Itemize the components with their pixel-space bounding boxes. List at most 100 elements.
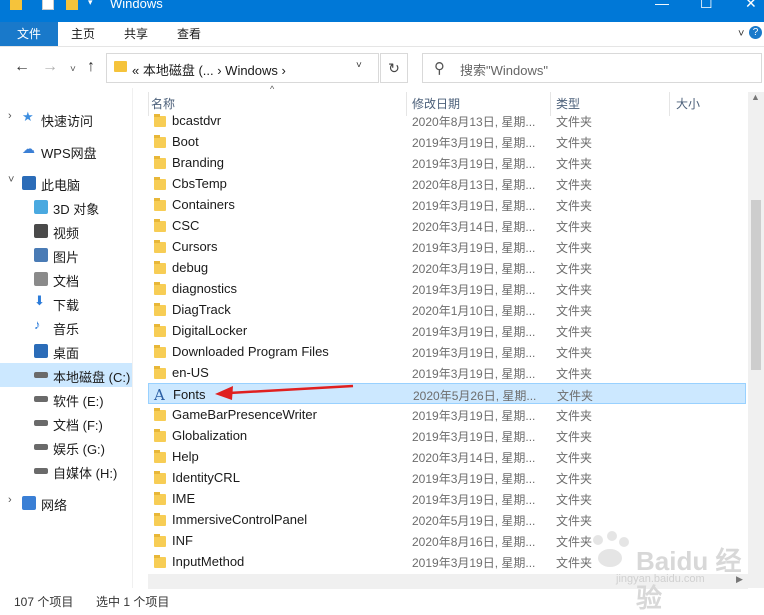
refresh-button[interactable]: ↻ xyxy=(380,53,408,83)
customize-toolbar-icon[interactable]: ▾ xyxy=(88,0,96,11)
tab-home[interactable]: 主页 xyxy=(58,22,108,46)
file-type: 文件夹 xyxy=(556,493,593,507)
file-type: 文件夹 xyxy=(556,346,593,360)
sidebar-item-label: 文档 xyxy=(53,274,80,289)
table-row[interactable]: Downloaded Program Files 2019年3月19日, 星期..… xyxy=(148,341,746,362)
file-modified-date: 2019年3月19日, 星期... xyxy=(412,241,536,255)
sidebar-item[interactable]: 自媒体 (H:) xyxy=(0,459,132,483)
expand-ribbon-icon[interactable]: ˅ xyxy=(738,28,744,40)
expand-chevron-icon[interactable]: ˅ xyxy=(8,174,14,186)
file-name: ImmersiveControlPanel xyxy=(172,512,308,527)
scroll-up-icon[interactable]: ▲ xyxy=(751,92,760,102)
file-type: 文件夹 xyxy=(556,451,593,465)
forward-button[interactable]: → xyxy=(42,58,58,76)
sidebar-item-label: WPS网盘 xyxy=(41,146,97,161)
table-row[interactable]: IdentityCRL 2019年3月19日, 星期... 文件夹 xyxy=(148,467,746,488)
sidebar-item-label: 自媒体 (H:) xyxy=(53,466,118,481)
table-row[interactable]: Cursors 2019年3月19日, 星期... 文件夹 xyxy=(148,236,746,257)
file-modified-date: 2020年1月10日, 星期... xyxy=(412,304,536,318)
sidebar-item[interactable]: › ★ 快速访问 xyxy=(0,107,132,131)
file-type: 文件夹 xyxy=(556,325,593,339)
close-button[interactable]: ✕ xyxy=(745,0,757,12)
expand-chevron-icon[interactable]: › xyxy=(8,494,12,506)
pane-divider[interactable] xyxy=(132,88,133,588)
drive-icon xyxy=(34,444,48,450)
tab-view[interactable]: 查看 xyxy=(164,22,214,46)
file-modified-date: 2020年5月26日, 星期... xyxy=(413,389,537,403)
folder-icon xyxy=(154,324,166,337)
sidebar-item[interactable]: ☁ WPS网盘 xyxy=(0,139,132,163)
file-name: CbsTemp xyxy=(172,176,227,191)
table-row[interactable]: Containers 2019年3月19日, 星期... 文件夹 xyxy=(148,194,746,215)
table-row[interactable]: CbsTemp 2020年8月13日, 星期... 文件夹 xyxy=(148,173,746,194)
file-modified-date: 2019年3月19日, 星期... xyxy=(412,556,536,570)
table-row[interactable]: DigitalLocker 2019年3月19日, 星期... 文件夹 xyxy=(148,320,746,341)
table-row[interactable]: Help 2020年3月14日, 星期... 文件夹 xyxy=(148,446,746,467)
file-type: 文件夹 xyxy=(556,409,593,423)
sidebar-item[interactable]: › 网络 xyxy=(0,491,132,515)
download-icon: ⬇ xyxy=(34,293,45,308)
file-type: 文件夹 xyxy=(556,220,593,234)
new-folder-icon[interactable] xyxy=(66,0,78,10)
file-modified-date: 2020年8月13日, 星期... xyxy=(412,115,536,129)
expand-chevron-icon[interactable]: › xyxy=(8,110,12,122)
table-row[interactable]: Branding 2019年3月19日, 星期... 文件夹 xyxy=(148,152,746,173)
up-button[interactable]: ↑ xyxy=(87,58,95,76)
table-row[interactable]: debug 2020年3月19日, 星期... 文件夹 xyxy=(148,257,746,278)
video-icon xyxy=(34,224,48,238)
sidebar-item[interactable]: 图片 xyxy=(0,243,132,267)
sidebar-item[interactable]: ˅ 此电脑 xyxy=(0,171,132,195)
folder-icon xyxy=(154,303,166,316)
sidebar-item-label: 软件 (E:) xyxy=(53,394,104,409)
table-row[interactable]: DiagTrack 2020年1月10日, 星期... 文件夹 xyxy=(148,299,746,320)
address-dropdown-icon[interactable]: ˅ xyxy=(356,60,362,71)
sidebar-item[interactable]: 文档 xyxy=(0,267,132,291)
star-icon: ★ xyxy=(22,109,34,124)
table-row[interactable]: GameBarPresenceWriter 2019年3月19日, 星期... 文件… xyxy=(148,404,746,425)
tab-share[interactable]: 共享 xyxy=(108,22,164,46)
help-icon[interactable]: ? xyxy=(749,26,762,39)
breadcrumb[interactable]: « 本地磁盘 (... › Windows › xyxy=(132,60,286,79)
sidebar-item[interactable]: 文档 (F:) xyxy=(0,411,132,435)
sidebar-item[interactable]: 本地磁盘 (C:) xyxy=(0,363,132,387)
sidebar-item[interactable]: 桌面 xyxy=(0,339,132,363)
table-row[interactable]: diagnostics 2019年3月19日, 星期... 文件夹 xyxy=(148,278,746,299)
maximize-button[interactable]: ☐ xyxy=(700,0,713,12)
file-modified-date: 2020年8月16日, 星期... xyxy=(412,535,536,549)
table-row[interactable]: ImmersiveControlPanel 2020年5月19日, 星期... 文件… xyxy=(148,509,746,530)
minimize-button[interactable]: — xyxy=(655,0,669,11)
sidebar-item-label: 文档 (F:) xyxy=(53,418,103,433)
scrollbar-thumb[interactable] xyxy=(751,200,761,370)
sidebar-item-label: 图片 xyxy=(53,250,80,265)
back-button[interactable]: ← xyxy=(14,58,30,76)
sidebar-item[interactable]: 娱乐 (G:) xyxy=(0,435,132,459)
sidebar-item-label: 网络 xyxy=(41,498,68,513)
cloud-icon: ☁ xyxy=(22,141,35,156)
table-row[interactable]: Globalization 2019年3月19日, 星期... 文件夹 xyxy=(148,425,746,446)
drive-icon xyxy=(34,396,48,402)
sidebar-item[interactable]: 视频 xyxy=(0,219,132,243)
table-row[interactable]: bcastdvr 2020年8月13日, 星期... 文件夹 xyxy=(148,110,746,131)
table-row[interactable]: Boot 2019年3月19日, 星期... 文件夹 xyxy=(148,131,746,152)
sidebar-item[interactable]: 3D 对象 xyxy=(0,195,132,219)
sidebar-item-label: 本地磁盘 (C:) xyxy=(53,370,131,385)
file-name: bcastdvr xyxy=(172,113,222,128)
sidebar-item[interactable]: ♪ 音乐 xyxy=(0,315,132,339)
recent-locations-button[interactable]: ˅ xyxy=(70,64,76,75)
sidebar-item[interactable]: ⬇ 下载 xyxy=(0,291,132,315)
tab-file[interactable]: 文件 xyxy=(0,22,58,46)
sidebar-item[interactable]: 软件 (E:) xyxy=(0,387,132,411)
table-row[interactable]: IME 2019年3月19日, 星期... 文件夹 xyxy=(148,488,746,509)
search-icon: ⚲ xyxy=(434,60,445,77)
file-type: 文件夹 xyxy=(556,304,593,318)
sort-ascending-icon: ^ xyxy=(270,84,275,94)
file-name: Boot xyxy=(172,134,199,149)
drive-icon xyxy=(34,372,48,378)
table-row[interactable]: CSC 2020年3月14日, 星期... 文件夹 xyxy=(148,215,746,236)
file-name: debug xyxy=(172,260,209,275)
properties-icon[interactable] xyxy=(42,0,54,10)
music-icon: ♪ xyxy=(34,317,41,332)
file-name: Help xyxy=(172,449,199,464)
folder-icon xyxy=(154,219,166,232)
file-name: CSC xyxy=(172,218,200,233)
